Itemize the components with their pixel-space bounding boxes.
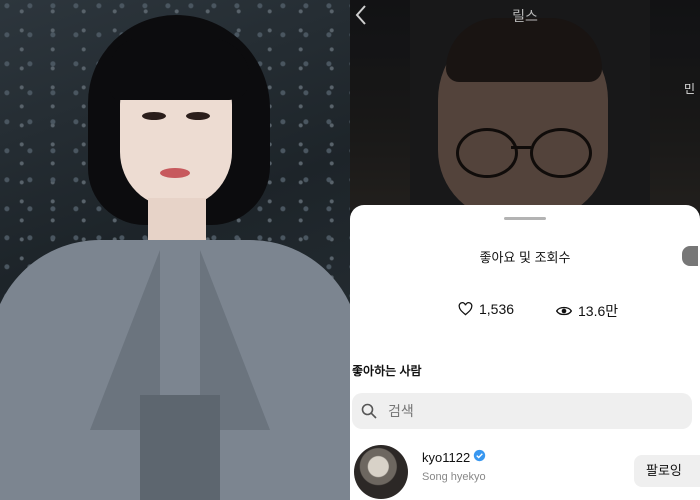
likes-bottom-sheet: 좋아요 및 조회수 1,536 13.6만 좋아하는 사람 kyo1122 — [350, 205, 700, 500]
scroll-indicator — [682, 246, 698, 266]
reels-screen: 릴스 민 좋아요 및 조회수 1,536 13.6만 좋아하는 사람 검색 ky… — [350, 0, 700, 500]
photo-inner-top — [140, 395, 220, 500]
username-row[interactable]: kyo1122 — [422, 449, 486, 465]
sheet-title: 좋아요 및 조회수 — [479, 250, 571, 265]
likes-stat: 1,536 — [458, 301, 514, 317]
reel-side-text: 민 — [684, 82, 696, 96]
views-stat: 13.6만 — [556, 301, 618, 321]
sheet-drag-handle[interactable] — [504, 217, 546, 220]
photo-bangs — [110, 38, 250, 100]
verified-badge-icon — [473, 449, 486, 465]
search-bar[interactable] — [352, 393, 692, 429]
dim-overlay[interactable] — [350, 0, 700, 210]
photo-eye-right — [186, 112, 210, 120]
username[interactable]: kyo1122 — [422, 450, 470, 465]
search-input[interactable] — [388, 393, 678, 429]
likers-section-label: 좋아하는 사람 — [352, 364, 422, 378]
photo-lips — [160, 168, 190, 178]
list-item[interactable]: kyo1122 Song hyekyo 팔로잉 — [350, 441, 700, 500]
page-title: 릴스 — [512, 8, 538, 24]
user-full-name: Song hyekyo — [422, 471, 486, 483]
following-button[interactable]: 팔로잉 — [634, 455, 700, 487]
photo-eye-left — [142, 112, 166, 120]
search-icon — [361, 403, 377, 424]
likes-count: 1,536 — [479, 301, 515, 317]
heart-icon — [458, 302, 473, 316]
avatar[interactable] — [354, 445, 408, 499]
eye-icon — [556, 305, 572, 317]
left-photo — [0, 0, 350, 500]
views-count: 13.6만 — [578, 303, 619, 319]
